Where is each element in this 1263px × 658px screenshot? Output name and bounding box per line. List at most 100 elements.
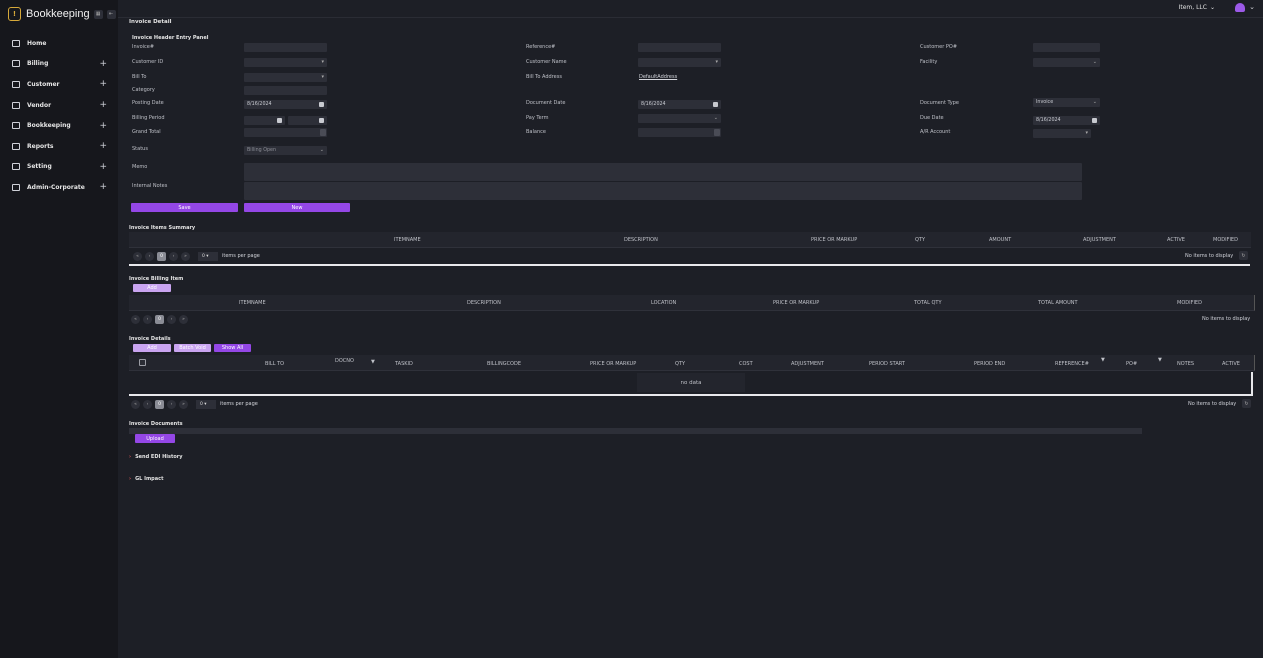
- bill-to-select[interactable]: ▾: [244, 73, 327, 82]
- calendar-icon[interactable]: [1092, 118, 1097, 123]
- posting-date-input[interactable]: 8/16/2024: [244, 100, 327, 109]
- col-reference[interactable]: REFERENCE#: [1055, 361, 1089, 367]
- refresh-icon[interactable]: ↻: [1239, 251, 1248, 260]
- expand-plus-icon[interactable]: +: [99, 121, 107, 131]
- col-period-end[interactable]: PERIOD END: [974, 361, 1005, 367]
- sidebar-item-vendor[interactable]: Vendor +: [0, 95, 118, 116]
- col-adjustment[interactable]: ADJUSTMENT: [791, 361, 824, 367]
- grid-icon[interactable]: ▦: [93, 9, 103, 19]
- documents-dropzone[interactable]: [129, 428, 1142, 434]
- next-page-icon[interactable]: ›: [169, 251, 178, 261]
- status-select[interactable]: Billing Open ⌄: [244, 146, 327, 155]
- last-page-icon[interactable]: »: [179, 314, 188, 324]
- col-price-markup[interactable]: PRICE OR MARKUP: [773, 300, 819, 306]
- col-modified[interactable]: MODIFIED: [1213, 237, 1238, 243]
- billing-period-start-input[interactable]: [244, 116, 285, 125]
- col-total-amount[interactable]: TOTAL AMOUNT: [1038, 300, 1078, 306]
- next-page-icon[interactable]: ›: [167, 314, 176, 324]
- col-docno[interactable]: DOCNO: [335, 358, 354, 364]
- col-bill-to[interactable]: BILL TO: [265, 361, 284, 367]
- customer-po-input[interactable]: [1033, 43, 1100, 52]
- facility-select[interactable]: ⌄: [1033, 58, 1100, 67]
- save-button[interactable]: Save: [131, 203, 238, 212]
- refresh-icon[interactable]: ↻: [1242, 399, 1251, 408]
- next-page-icon[interactable]: ›: [167, 399, 176, 409]
- col-taskid[interactable]: TASKID: [395, 361, 413, 367]
- first-page-icon[interactable]: «: [131, 399, 140, 409]
- col-total-qty[interactable]: TOTAL QTY: [914, 300, 942, 306]
- user-avatar[interactable]: [1235, 3, 1245, 12]
- col-itemname[interactable]: ITEMNAME: [239, 300, 266, 306]
- document-type-select[interactable]: Invoice ⌄: [1033, 98, 1100, 107]
- chevron-down-icon[interactable]: ⌄: [1249, 3, 1255, 11]
- last-page-icon[interactable]: »: [179, 399, 188, 409]
- expand-plus-icon[interactable]: +: [99, 141, 107, 151]
- col-modified[interactable]: MODIFIED: [1177, 300, 1202, 306]
- ar-account-select[interactable]: ▾: [1033, 129, 1091, 138]
- internal-notes-textarea[interactable]: [244, 182, 1082, 200]
- stepper-icon[interactable]: [320, 129, 326, 136]
- col-billingcode[interactable]: BILLINGCODE: [487, 361, 521, 367]
- col-qty[interactable]: QTY: [915, 237, 925, 243]
- upload-button[interactable]: Upload: [135, 434, 175, 443]
- gl-impact-toggle[interactable]: › GL Impact: [129, 476, 163, 482]
- col-active[interactable]: ACTIVE: [1167, 237, 1185, 243]
- per-page-select[interactable]: 0 ▾: [196, 399, 216, 409]
- add-billing-item-button[interactable]: Add: [133, 284, 171, 292]
- batch-void-button[interactable]: Batch Void: [174, 344, 211, 352]
- default-address-link[interactable]: DefaultAddress: [639, 74, 677, 80]
- calendar-icon[interactable]: [713, 102, 718, 107]
- col-itemname[interactable]: ITEMNAME: [394, 237, 421, 243]
- prev-page-icon[interactable]: ‹: [143, 314, 152, 324]
- calendar-icon[interactable]: [319, 118, 324, 123]
- first-page-icon[interactable]: «: [133, 251, 142, 261]
- col-description[interactable]: DESCRIPTION: [467, 300, 501, 306]
- last-page-icon[interactable]: »: [181, 251, 190, 261]
- select-all-checkbox[interactable]: [139, 359, 146, 366]
- sidebar-item-admin-corporate[interactable]: Admin-Corporate +: [0, 177, 118, 198]
- sidebar-item-customer[interactable]: Customer +: [0, 74, 118, 95]
- col-price-markup[interactable]: PRICE OR MARKUP: [590, 361, 636, 367]
- expand-plus-icon[interactable]: +: [99, 59, 107, 69]
- filter-icon[interactable]: ▼: [371, 359, 375, 365]
- document-date-input[interactable]: 8/16/2024: [638, 100, 721, 109]
- col-active[interactable]: ACTIVE: [1222, 361, 1240, 367]
- col-location[interactable]: LOCATION: [651, 300, 676, 306]
- current-page[interactable]: 0: [155, 314, 164, 324]
- expand-plus-icon[interactable]: +: [99, 162, 107, 172]
- expand-plus-icon[interactable]: +: [99, 79, 107, 89]
- new-button[interactable]: New: [244, 203, 350, 212]
- expand-plus-icon[interactable]: +: [99, 182, 107, 192]
- reference-input[interactable]: [638, 43, 721, 52]
- invoice-number-input[interactable]: [244, 43, 327, 52]
- prev-page-icon[interactable]: ‹: [143, 399, 152, 409]
- col-qty[interactable]: QTY: [675, 361, 685, 367]
- expand-plus-icon[interactable]: +: [99, 100, 107, 110]
- due-date-input[interactable]: 8/16/2024: [1033, 116, 1100, 125]
- col-period-start[interactable]: PERIOD START: [869, 361, 905, 367]
- billing-period-end-input[interactable]: [288, 116, 327, 125]
- first-page-icon[interactable]: «: [131, 314, 140, 324]
- show-all-button[interactable]: Show All: [214, 344, 251, 352]
- current-page[interactable]: 0: [155, 399, 164, 409]
- sidebar-item-reports[interactable]: Reports +: [0, 136, 118, 157]
- filter-icon[interactable]: ▼: [1158, 357, 1162, 363]
- vertical-scrollbar[interactable]: [1251, 372, 1253, 394]
- sidebar-item-billing[interactable]: Billing +: [0, 54, 118, 75]
- sidebar-item-home[interactable]: Home: [0, 33, 118, 54]
- collapse-sidebar-icon[interactable]: ⇤: [106, 9, 116, 19]
- stepper-icon[interactable]: [714, 129, 720, 136]
- add-detail-button[interactable]: Add: [133, 344, 171, 352]
- sidebar-item-setting[interactable]: Setting +: [0, 157, 118, 178]
- col-notes[interactable]: NOTES: [1177, 361, 1194, 367]
- memo-textarea[interactable]: [244, 163, 1082, 181]
- category-input[interactable]: [244, 86, 327, 95]
- col-po[interactable]: PO#: [1126, 361, 1137, 367]
- col-amount[interactable]: AMOUNT: [989, 237, 1011, 243]
- sidebar-item-bookkeeping[interactable]: Bookkeeping +: [0, 115, 118, 136]
- col-description[interactable]: DESCRIPTION: [624, 237, 658, 243]
- horizontal-scrollbar[interactable]: [129, 264, 1250, 266]
- company-selector[interactable]: Item, LLC ⌄: [1179, 4, 1215, 11]
- filter-icon[interactable]: ▼: [1101, 357, 1105, 363]
- calendar-icon[interactable]: [277, 118, 282, 123]
